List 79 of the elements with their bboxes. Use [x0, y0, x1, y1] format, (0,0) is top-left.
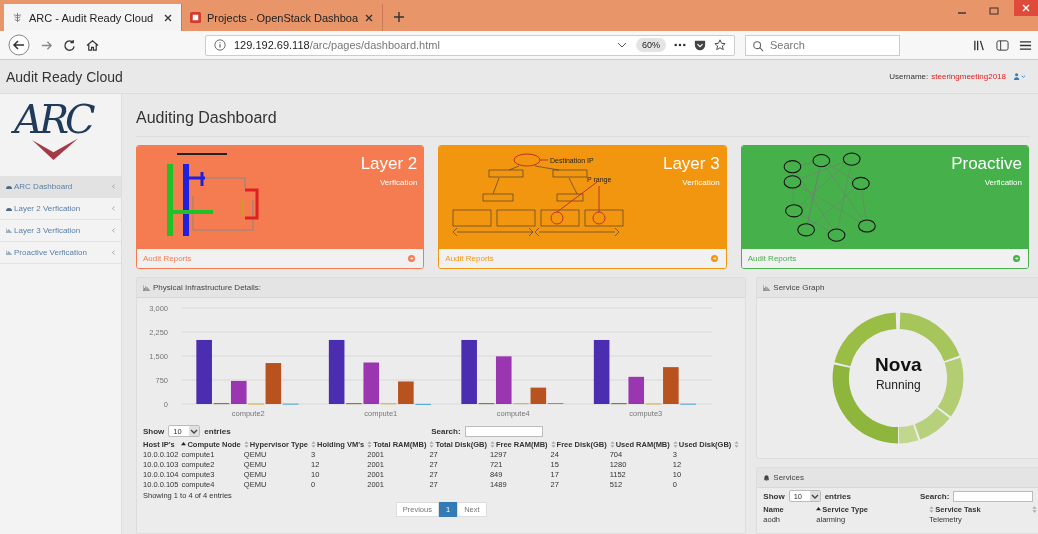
show-label: Show [143, 426, 165, 436]
sort-icon[interactable] [1032, 506, 1038, 513]
close-window-icon[interactable] [1014, 0, 1038, 16]
sort-icon[interactable] [489, 441, 495, 448]
address-bar[interactable]: 129.192.69.118/arc/pages/dashboard.html 60% [205, 34, 735, 56]
dashboard-icon [6, 206, 12, 211]
chart-icon [6, 250, 12, 255]
sort-icon[interactable] [734, 441, 740, 448]
caret-icon [112, 250, 115, 255]
arrow-circle-icon[interactable] [408, 255, 416, 262]
close-icon[interactable] [163, 12, 173, 23]
chart-icon [143, 284, 150, 291]
page-title: Auditing Dashboard [136, 109, 1029, 137]
entries-label: entries [824, 491, 851, 501]
zoom-level[interactable]: 60% [636, 38, 666, 52]
sort-icon[interactable] [609, 441, 615, 448]
browser-tab[interactable]: ARC - Audit Ready Cloud [4, 4, 182, 31]
arrow-circle-icon[interactable] [710, 255, 718, 262]
panel-title: Service Graph [773, 283, 825, 292]
sort-icon[interactable] [550, 441, 556, 448]
username: steeringmeeting2018 [931, 72, 1006, 81]
caret-icon [112, 228, 115, 233]
library-icon[interactable] [973, 38, 986, 52]
home-icon[interactable] [86, 38, 99, 52]
new-tab-icon[interactable] [393, 11, 406, 23]
table-search-field[interactable] [953, 490, 1034, 502]
username-label: Username: [889, 72, 929, 81]
show-label: Show [763, 491, 785, 501]
sidebar-item[interactable]: Layer 3 Verfication [0, 220, 121, 242]
panel-title: Services [773, 473, 804, 482]
chevron-down-icon [189, 426, 200, 436]
search-label: Search: [431, 426, 461, 436]
bell-icon [763, 474, 771, 481]
sidebar-icon[interactable] [996, 38, 1009, 52]
reload-icon[interactable] [63, 38, 76, 52]
favicon-icon [190, 12, 201, 23]
sort-icon[interactable] [367, 441, 373, 448]
service-status: Running [875, 378, 921, 392]
close-icon[interactable] [364, 12, 375, 23]
panel-title: Physical Infrastructure Details: [153, 283, 262, 292]
entries-label: entries [204, 426, 231, 436]
sort-icon[interactable] [672, 441, 678, 448]
checkmark-icon [32, 138, 78, 162]
search-icon [752, 39, 764, 52]
back-icon[interactable] [8, 34, 30, 56]
search-label: Search: [919, 491, 950, 501]
card-subtitle: Verfication [682, 178, 720, 187]
chart-icon [6, 228, 12, 233]
sort-ascending-icon[interactable] [181, 441, 187, 448]
sort-icon[interactable] [929, 506, 935, 513]
user-icon[interactable] [1014, 73, 1026, 80]
menu-icon[interactable] [1019, 38, 1032, 52]
card-title: Proactive [951, 154, 1022, 174]
info-icon [214, 39, 226, 51]
search-field[interactable]: Search [745, 34, 900, 56]
maximize-icon[interactable] [988, 5, 1000, 17]
site-title: Audit Ready Cloud [6, 68, 123, 85]
card-subtitle: Verfication [984, 178, 1022, 187]
card-subtitle: Verfication [379, 178, 418, 187]
sort-icon[interactable] [429, 441, 435, 448]
sidebar-item[interactable]: Layer 2 Verfication [0, 198, 121, 220]
sort-icon[interactable] [311, 441, 316, 448]
service-name: Nova [875, 354, 922, 376]
sort-icon[interactable] [243, 441, 249, 448]
chart-icon [763, 284, 771, 291]
shield-icon[interactable] [694, 39, 706, 51]
caduceus-icon [12, 12, 23, 23]
star-icon[interactable] [714, 39, 726, 51]
table-search-field[interactable] [464, 425, 543, 437]
chevron-down-icon [809, 491, 820, 501]
sort-ascending-icon[interactable] [816, 506, 822, 513]
caret-icon [112, 184, 115, 189]
card-title: Layer 3 [662, 154, 720, 174]
caret-icon [112, 206, 115, 211]
url-text: 129.192.69.118/arc/pages/dashboard.html [234, 39, 440, 51]
dashboard-icon [6, 184, 12, 189]
card-title: Layer 2 [360, 154, 418, 174]
sidebar-item[interactable]: Proactive Verfication [0, 242, 121, 264]
arrow-circle-icon[interactable] [1013, 255, 1020, 262]
